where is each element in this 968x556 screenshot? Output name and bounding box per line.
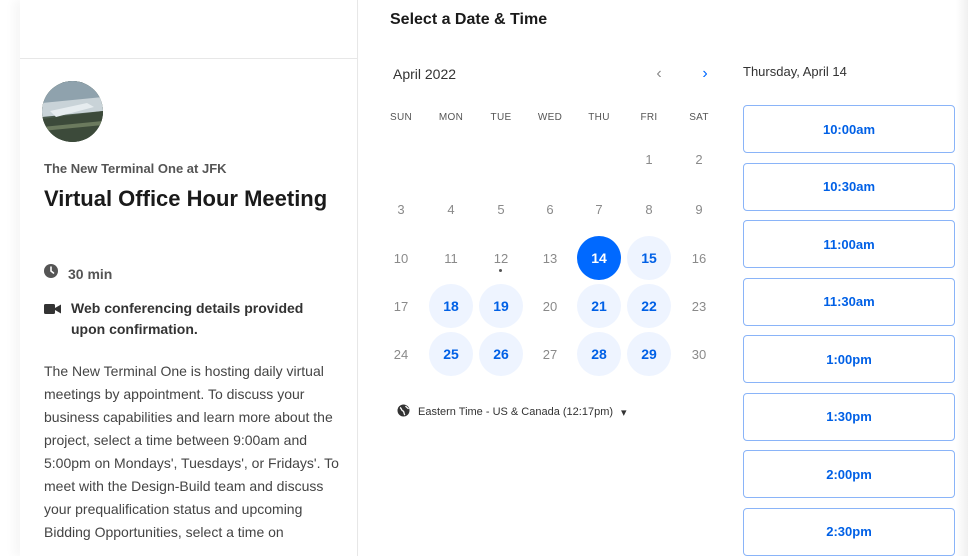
today-indicator-dot xyxy=(499,269,502,272)
calendar-day[interactable]: 18 xyxy=(429,284,473,328)
calendar-day: 9 xyxy=(677,187,721,231)
calendar-day[interactable]: 15 xyxy=(627,236,671,280)
calendar-day: 30 xyxy=(677,332,721,376)
calendar-day: 1 xyxy=(627,137,671,181)
conferencing-details: Web conferencing details provided upon c… xyxy=(71,300,304,337)
event-title: Virtual Office Hour Meeting xyxy=(44,186,328,211)
event-details-panel: The New Terminal One at JFK Virtual Offi… xyxy=(20,0,358,556)
organizer-avatar xyxy=(42,81,103,142)
calendar-day-number: 20 xyxy=(542,298,558,314)
calendar-day-number: 28 xyxy=(591,346,607,362)
weekday-label: TUE xyxy=(490,112,512,123)
calendar-day: 8 xyxy=(627,187,671,231)
calendar-day: 2 xyxy=(677,137,721,181)
calendar-day-number: 10 xyxy=(393,250,409,266)
calendar-day-number: 29 xyxy=(641,346,657,362)
calendar-day: 13 xyxy=(528,236,572,280)
previous-month-button[interactable]: ‹ xyxy=(650,62,668,86)
calendar-day: 16 xyxy=(677,236,721,280)
calendar-day-selected[interactable]: 14 xyxy=(577,236,621,280)
calendar-day-number: 8 xyxy=(645,201,653,217)
calendar-day: 24 xyxy=(379,332,423,376)
calendar-day[interactable]: 25 xyxy=(429,332,473,376)
timezone-label: Eastern Time - US & Canada (12:17pm) xyxy=(418,406,614,418)
calendar-day-number: 21 xyxy=(591,298,607,314)
time-slot-button[interactable]: 1:30pm xyxy=(743,392,955,441)
calendar-day-number: 23 xyxy=(691,298,707,314)
calendar-day[interactable]: 21 xyxy=(577,284,621,328)
selected-date-label: Thursday, April 14 xyxy=(743,64,847,79)
calendar-day-number: 30 xyxy=(691,346,707,362)
page-title: Select a Date & Time xyxy=(390,11,548,28)
calendar-day-number: 22 xyxy=(641,298,657,314)
time-slot-button[interactable]: 11:30am xyxy=(743,277,955,326)
organization-name: The New Terminal One at JFK xyxy=(44,161,227,176)
calendar-day: 5 xyxy=(479,187,523,231)
calendar-day[interactable]: 26 xyxy=(479,332,523,376)
calendar-day: 6 xyxy=(528,187,572,231)
chevron-down-icon: ▾ xyxy=(621,406,627,419)
calendar-day-number: 6 xyxy=(546,201,554,217)
weekday-label: MON xyxy=(438,112,464,123)
calendar-day: 17 xyxy=(379,284,423,328)
event-description: The New Terminal One is hosting daily vi… xyxy=(44,363,339,540)
calendar-day-number: 7 xyxy=(595,201,603,217)
time-slot-button[interactable]: 2:00pm xyxy=(743,450,955,498)
calendar-day-number: 26 xyxy=(493,346,509,362)
calendar-day-number: 1 xyxy=(645,151,653,167)
calendar-day-number: 16 xyxy=(691,250,707,266)
divider xyxy=(20,58,358,59)
calendar-day: 4 xyxy=(429,187,473,231)
weekday-label: WED xyxy=(537,112,563,123)
calendar-day: 12 xyxy=(479,236,523,280)
time-slot-button[interactable]: 2:30pm xyxy=(743,507,955,556)
calendar-day-number: 11 xyxy=(444,250,458,266)
calendar-day-number: 17 xyxy=(393,298,409,314)
calendar-day-number: 3 xyxy=(397,201,405,217)
calendar-day-number: 15 xyxy=(641,250,657,266)
scroll-edge xyxy=(956,0,968,556)
calendar-day-number: 27 xyxy=(542,346,558,362)
next-month-button[interactable]: › xyxy=(696,62,714,86)
globe-icon xyxy=(397,404,410,420)
calendar-day: 27 xyxy=(528,332,572,376)
calendar-day-number: 12 xyxy=(493,250,509,266)
month-label: April 2022 xyxy=(393,66,457,82)
duration-label: 30 min xyxy=(68,265,113,282)
calendar-day: 7 xyxy=(577,187,621,231)
calendar-day: 20 xyxy=(528,284,572,328)
calendar-day-number: 5 xyxy=(497,201,505,217)
conferencing-row: Web conferencing details provided upon c… xyxy=(44,298,334,340)
time-slot-button[interactable]: 10:30am xyxy=(743,162,955,211)
clock-icon xyxy=(44,264,58,283)
calendar-day[interactable]: 29 xyxy=(627,332,671,376)
calendar-day[interactable]: 28 xyxy=(577,332,621,376)
time-slot-button[interactable]: 11:00am xyxy=(743,220,955,268)
time-slot-button[interactable]: 10:00am xyxy=(743,105,955,153)
calendar-day: 23 xyxy=(677,284,721,328)
calendar-day: 10 xyxy=(379,236,423,280)
calendar-day[interactable]: 19 xyxy=(479,284,523,328)
calendar-day-number: 18 xyxy=(443,298,459,314)
time-slot-button[interactable]: 1:00pm xyxy=(743,335,955,383)
calendar-day-number: 9 xyxy=(695,201,703,217)
calendar-day: 3 xyxy=(379,187,423,231)
calendar-day-number: 2 xyxy=(695,151,703,167)
calendar-day-number: 14 xyxy=(591,250,607,266)
calendar-day-number: 25 xyxy=(443,346,459,362)
weekday-label: THU xyxy=(588,112,610,123)
weekday-label: SAT xyxy=(689,112,709,123)
calendar-day-number: 19 xyxy=(493,298,509,314)
duration-row: 30 min xyxy=(44,264,112,283)
weekday-label: FRI xyxy=(640,112,658,123)
timezone-selector[interactable]: Eastern Time - US & Canada (12:17pm) ▾ xyxy=(397,404,627,420)
calendar-day-number: 13 xyxy=(542,250,558,266)
video-camera-icon xyxy=(44,302,61,340)
calendar-day-number: 4 xyxy=(447,201,455,217)
calendar-day-number: 24 xyxy=(393,346,409,362)
calendar-day: 11 xyxy=(429,236,473,280)
calendar-day[interactable]: 22 xyxy=(627,284,671,328)
weekday-label: SUN xyxy=(389,112,412,123)
